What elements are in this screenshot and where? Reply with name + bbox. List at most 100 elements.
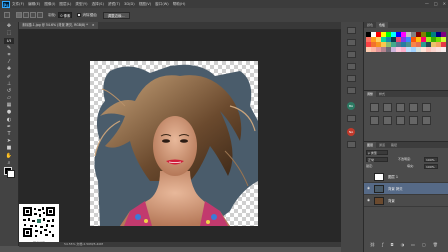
swatch[interactable] <box>441 42 446 47</box>
swatch[interactable] <box>411 32 416 37</box>
channel-mixer-icon[interactable] <box>422 116 431 125</box>
swatch[interactable] <box>386 42 391 47</box>
new-layer-icon[interactable]: ▢ <box>422 242 426 247</box>
blur-tool-icon[interactable]: ● <box>4 109 14 115</box>
swatch[interactable] <box>421 42 426 47</box>
swatch[interactable] <box>401 37 406 42</box>
intersect-selection-icon[interactable] <box>37 12 43 18</box>
new-selection-icon[interactable] <box>16 12 22 18</box>
subtract-selection-icon[interactable] <box>30 12 36 18</box>
dodge-tool-icon[interactable]: ◐ <box>4 117 14 123</box>
swatch[interactable] <box>381 47 386 52</box>
paragraph-panel-icon[interactable] <box>347 75 356 82</box>
swatch[interactable] <box>406 47 411 52</box>
swatch[interactable] <box>421 47 426 52</box>
feather-input[interactable]: 0 像素 <box>58 12 73 18</box>
curves-icon[interactable] <box>396 103 405 112</box>
menu-file[interactable]: 文件(F) <box>12 2 24 7</box>
swatch[interactable] <box>406 37 411 42</box>
vibrance-icon[interactable] <box>422 103 431 112</box>
new-group-icon[interactable]: ▭ <box>411 242 415 247</box>
antialias-checkbox[interactable] <box>77 13 82 17</box>
dock-badge-na[interactable]: NA <box>347 128 355 136</box>
dock-badge-ba[interactable]: BA <box>347 102 355 110</box>
swatch[interactable] <box>386 37 391 42</box>
lasso-tool-icon[interactable]: ᔕ <box>4 37 14 44</box>
marquee-tool-icon[interactable]: ⬚ <box>4 30 14 36</box>
close-icon[interactable]: ✕ <box>443 1 446 6</box>
tab-swatches[interactable]: 色板 <box>376 22 389 28</box>
character-panel-icon[interactable] <box>347 63 356 70</box>
layer-row-background[interactable]: ◉ 背景 <box>364 195 448 207</box>
layer-comps-icon[interactable] <box>347 141 356 148</box>
swatch[interactable] <box>386 32 391 37</box>
swatch[interactable] <box>391 32 396 37</box>
crop-tool-icon[interactable]: ⌗ <box>4 52 14 58</box>
swatch[interactable] <box>381 37 386 42</box>
swatch[interactable] <box>431 42 436 47</box>
pen-tool-icon[interactable]: ✒ <box>4 124 14 130</box>
exposure-icon[interactable] <box>409 103 418 112</box>
menu-window[interactable]: 窗口(W) <box>155 2 169 7</box>
add-selection-icon[interactable] <box>23 12 29 18</box>
adjustment-layer-icon[interactable]: ◑ <box>401 242 405 247</box>
history-panel-icon[interactable] <box>347 27 356 34</box>
layer-style-icon[interactable]: ƒ <box>382 242 383 247</box>
photo-filter-icon[interactable] <box>409 116 418 125</box>
swatch[interactable] <box>401 47 406 52</box>
minimize-icon[interactable]: — <box>425 1 429 6</box>
swatch[interactable] <box>436 32 441 37</box>
swatch[interactable] <box>366 37 371 42</box>
gradient-tool-icon[interactable]: ▦ <box>4 102 14 108</box>
brightness-icon[interactable] <box>370 103 379 112</box>
swatch[interactable] <box>376 42 381 47</box>
swatch[interactable] <box>401 42 406 47</box>
menu-filter[interactable]: 滤镜(T) <box>108 2 120 7</box>
swatch[interactable] <box>431 32 436 37</box>
menu-3d[interactable]: 3D(D) <box>124 2 135 6</box>
tab-channels[interactable]: 通道 <box>376 142 388 148</box>
swatch[interactable] <box>396 42 401 47</box>
swatch[interactable] <box>416 42 421 47</box>
blend-mode-select[interactable]: 正常 <box>366 157 388 162</box>
tab-styles[interactable]: 样式 <box>376 91 388 97</box>
info-panel-icon[interactable] <box>347 115 356 122</box>
actions-panel-icon[interactable] <box>347 87 356 94</box>
link-layers-icon[interactable]: ⛓ <box>370 242 375 247</box>
zoom-tool-icon[interactable]: ⌕ <box>4 160 14 166</box>
swatch[interactable] <box>411 42 416 47</box>
eyedropper-tool-icon[interactable]: ⁄ <box>4 59 14 65</box>
swatch[interactable] <box>391 42 396 47</box>
delete-layer-icon[interactable]: 🗑 <box>433 242 438 247</box>
swatch[interactable] <box>441 32 446 37</box>
swatch[interactable] <box>366 32 371 37</box>
swatch[interactable] <box>431 47 436 52</box>
swatch[interactable] <box>376 32 381 37</box>
swatch[interactable] <box>376 47 381 52</box>
document-canvas[interactable] <box>90 61 258 226</box>
menu-help[interactable]: 帮助(H) <box>173 2 186 7</box>
maximize-icon[interactable]: □ <box>434 1 438 6</box>
swatch[interactable] <box>411 47 416 52</box>
history-brush-icon[interactable]: ↺ <box>4 88 14 94</box>
menu-type[interactable]: 类型(Y) <box>75 2 87 7</box>
swatch[interactable] <box>391 47 396 52</box>
hue-saturation-icon[interactable] <box>370 116 379 125</box>
swatch[interactable] <box>416 32 421 37</box>
healing-tool-icon[interactable]: ✚ <box>4 66 14 72</box>
tab-layers[interactable]: 图层 <box>364 142 377 148</box>
swatch[interactable] <box>396 47 401 52</box>
swatch[interactable] <box>371 37 376 42</box>
refine-edge-button[interactable]: 调整边缘... <box>102 11 130 19</box>
brush-tool-icon[interactable]: ✐ <box>4 74 14 80</box>
swatch[interactable] <box>441 47 446 52</box>
swatch[interactable] <box>426 47 431 52</box>
swatch[interactable] <box>366 47 371 52</box>
swatch[interactable] <box>401 32 406 37</box>
document-tab[interactable]: 未标题-1.jpg @ 54.6% (背景 拷贝, RGB/8) * × <box>19 22 98 29</box>
swatch[interactable] <box>426 42 431 47</box>
eraser-tool-icon[interactable]: ▱ <box>4 95 14 101</box>
swatch[interactable] <box>426 37 431 42</box>
eye-icon[interactable]: ◉ <box>367 186 371 190</box>
tab-paths[interactable]: 路径 <box>388 142 400 148</box>
